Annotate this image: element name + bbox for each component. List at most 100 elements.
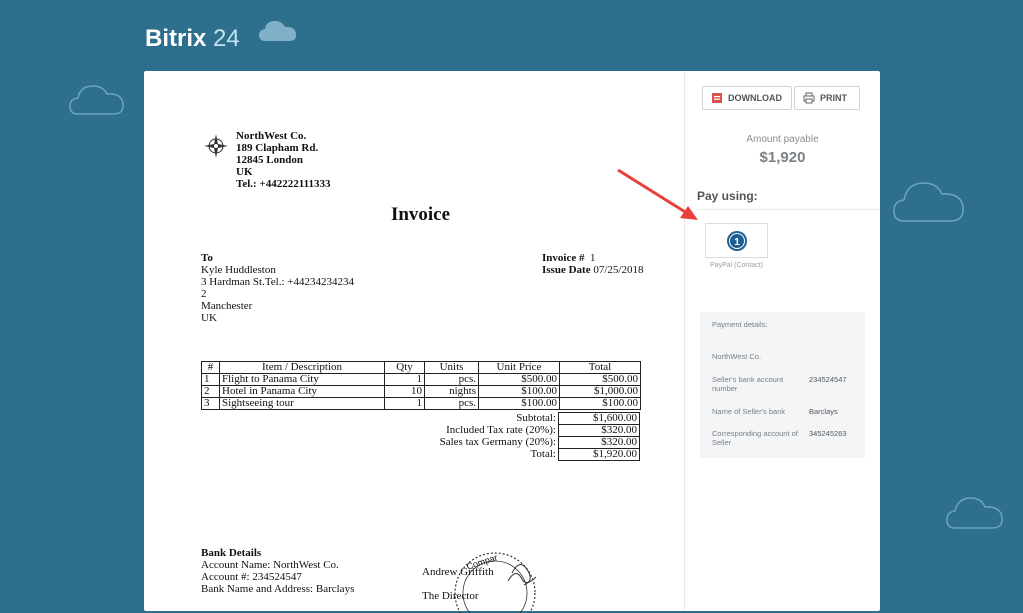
table-cell: Hotel in Panama City [219,385,385,398]
invoice-card: NorthWest Co. 189 Clapham Rd. 12845 Lond… [144,71,880,613]
detail-value: 345245263 [809,429,847,438]
bank-account-name: Account Name: NorthWest Co. [201,559,339,571]
column-header: Qty [384,361,425,374]
sales-tax-row: Sales tax Germany (20%): $320.00 [344,436,640,449]
subtotal-value: $1,600.00 [558,412,640,425]
table-header-row: # Item / Description Qty Units Unit Pric… [201,361,641,374]
table-cell: $500.00 [559,373,641,386]
cloud-icon [69,85,124,115]
tax-value: $320.00 [558,424,640,437]
client-block: To Kyle Huddleston 3 Hardman St.Tel.: +4… [201,252,354,324]
table-cell: 2 [201,385,220,398]
bank-details: Bank Details Account Name: NorthWest Co.… [201,547,354,595]
brand-name: Bitrix [145,25,207,52]
svg-text:1: 1 [734,237,740,248]
table-cell: pcs. [424,373,479,386]
column-header: # [201,361,220,374]
detail-label: Corresponding account of Seller [712,429,798,447]
paypal-caption: PayPal (Contact) [710,262,763,269]
totals-table: Subtotal: $1,600.00 Included Tax rate (20… [344,412,640,461]
company-country: UK [236,166,253,178]
client-name: Kyle Huddleston [201,264,276,276]
company-street: 189 Clapham Rd. [236,142,319,154]
annotation-arrow [617,168,698,220]
app-logo: Bitrix 24 [145,25,240,53]
table-cell: 1 [201,373,220,386]
column-header: Item / Description [219,361,385,374]
print-label: PRINT [820,93,847,103]
cloud-icon [893,182,964,222]
paypal-icon: 1 [726,230,747,251]
table-cell: $100.00 [478,385,560,398]
table-cell: $500.00 [478,373,560,386]
table-row: 3 Sightseeing tour 1 pcs. $100.00 $100.0… [201,397,641,410]
subtotal-row: Subtotal: $1,600.00 [344,412,640,425]
table-cell: $100.00 [478,397,560,410]
bank-name-address: Bank Name and Address: Barclays [201,583,355,595]
pdf-icon [712,93,722,103]
company-city: 12845 London [236,154,303,166]
table-cell: Sightseeing tour [219,397,385,410]
invoice-number-label: Invoice # [542,252,585,264]
printer-icon [803,92,815,104]
issue-date: 07/25/2018 [593,264,644,276]
table-cell: pcs. [424,397,479,410]
payment-sidebar: DOWNLOAD PRINT Amount payable $1,920 Pay… [685,71,880,611]
table-row: 1 Flight to Panama City 1 pcs. $500.00 $… [201,373,641,386]
company-phone: Tel.: +442222111333 [236,178,331,190]
payment-details-panel: Payment details: NorthWest Co. Seller's … [700,312,865,458]
amount-payable-value: $1,920 [759,149,806,166]
detail-label: Seller's bank account number [712,375,784,393]
sales-tax-label: Sales tax Germany (20%): [439,436,556,448]
column-header: Units [424,361,479,374]
table-cell: 1 [384,373,425,386]
column-header: Total [559,361,641,374]
detail-value: Barclays [809,407,838,416]
tax-label: Included Tax rate (20%): [446,424,556,436]
company-block: NorthWest Co. 189 Clapham Rd. 12845 Lond… [236,130,330,190]
table-row: 2 Hotel in Panama City 10 nights $100.00… [201,385,641,398]
total-row: Total: $1,920.00 [344,448,640,461]
print-button[interactable]: PRINT [794,86,860,110]
client-country: UK [201,312,217,324]
table-cell: Flight to Panama City [219,373,385,386]
bank-details-title: Bank Details [201,547,262,559]
paypal-button[interactable]: 1 [705,223,768,258]
cloud-icon [946,497,1003,529]
table-cell: 3 [201,397,220,410]
detail-value: 234524547 [809,375,847,384]
pay-using-divider [697,209,880,210]
invoice-meta: Invoice # 1 Issue Date 07/25/2018 [542,252,643,276]
payment-details-title: Payment details: [712,320,768,329]
table-cell: $100.00 [559,397,641,410]
cloud-icon [259,21,297,41]
detail-label: Name of Seller's bank [712,407,786,416]
client-address: 3 Hardman St.Tel.: +44234234234 [201,276,355,288]
download-label: DOWNLOAD [728,93,782,103]
table-cell: $1,000.00 [559,385,641,398]
detail-company-name: NorthWest Co. [712,352,762,361]
items-table: # Item / Description Qty Units Unit Pric… [201,361,641,410]
compass-logo-icon [204,134,228,158]
sales-tax-value: $320.00 [558,436,640,449]
table-cell: 10 [384,385,425,398]
tax-row: Included Tax rate (20%): $320.00 [344,424,640,437]
total-label: Total: [530,448,556,460]
subtotal-label: Subtotal: [516,412,556,424]
issue-date-label: Issue Date [542,264,591,276]
signer-name: Andrew Griffith [422,566,494,578]
table-cell: 1 [384,397,425,410]
invoice-document: NorthWest Co. 189 Clapham Rd. 12845 Lond… [144,71,684,613]
column-header: Unit Price [478,361,560,374]
brand-number: 24 [213,25,240,52]
download-button[interactable]: DOWNLOAD [702,86,792,110]
company-name: NorthWest Co. [236,130,307,142]
client-city: Manchester [201,300,253,312]
to-label: To [201,252,213,264]
amount-payable-label: Amount payable [746,134,819,145]
total-value: $1,920.00 [558,448,640,461]
client-line2: 2 [201,288,207,300]
signer-role: The Director [422,590,479,602]
bank-account-number: Account #: 234524547 [201,571,302,583]
invoice-number: 1 [589,252,596,264]
